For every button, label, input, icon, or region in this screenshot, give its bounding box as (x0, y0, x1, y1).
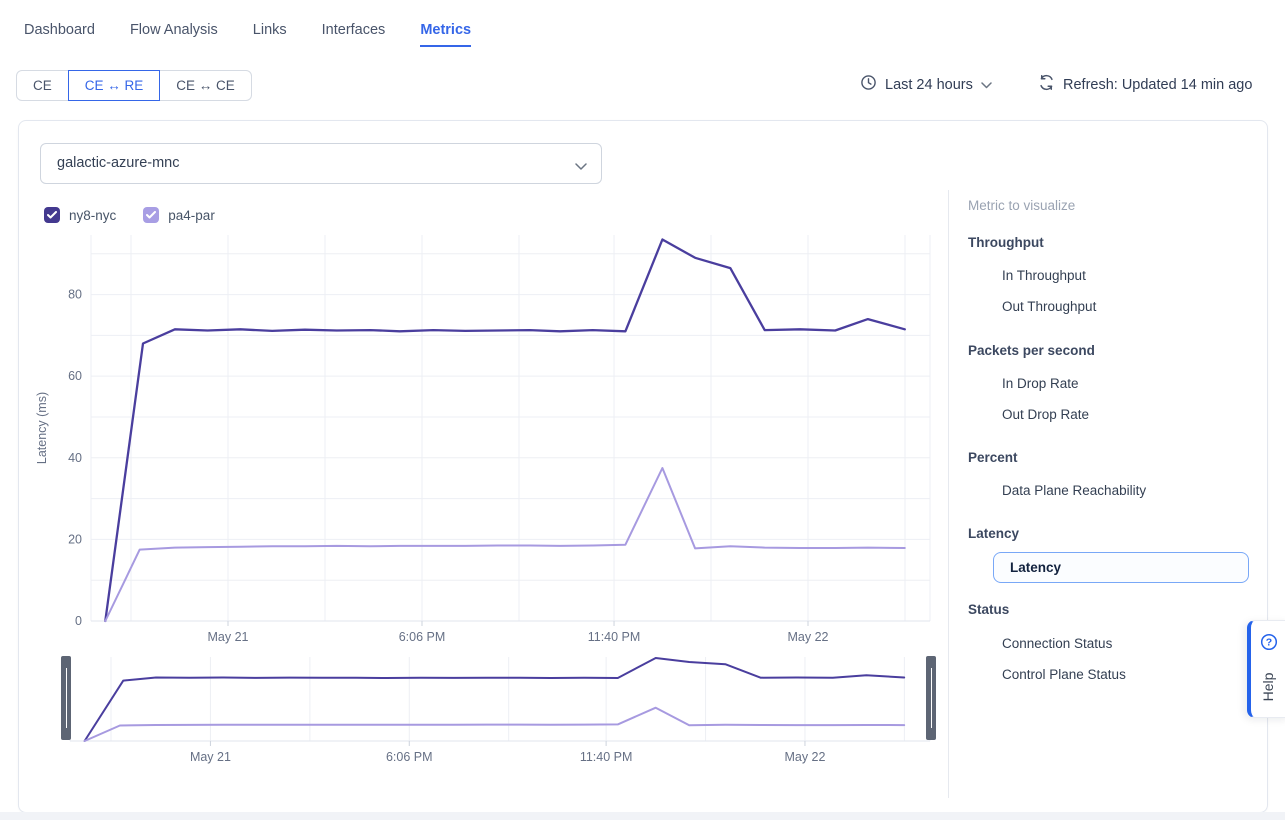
x-tick-label: May 22 (784, 750, 825, 764)
x-tick-label: May 22 (788, 630, 829, 644)
x-tick-label: 11:40 PM (588, 630, 641, 644)
metric-group-percent: Percent (968, 448, 1018, 468)
selected-metric-label: Latency (1010, 553, 1061, 582)
chevron-down-icon (575, 158, 587, 176)
legend-item-pa4-par[interactable]: pa4-par (143, 207, 215, 223)
top-nav: Dashboard Flow Analysis Links Interfaces… (24, 22, 471, 47)
refresh-button[interactable]: Refresh: Updated 14 min ago (1038, 74, 1252, 95)
nav-item-metrics[interactable]: Metrics (420, 22, 471, 47)
help-button[interactable]: ? Help (1247, 620, 1285, 718)
metric-item-out-throughput[interactable]: Out Throughput (1002, 297, 1096, 317)
refresh-icon (1038, 74, 1055, 95)
x-tick-label: May 21 (190, 750, 231, 764)
series-ny8-nyc (85, 658, 905, 741)
refresh-label: Refresh: Updated 14 min ago (1063, 77, 1252, 93)
metric-item-data-plane-reachability[interactable]: Data Plane Reachability (1002, 481, 1146, 501)
x-tick-label: 11:40 PM (580, 750, 633, 764)
metric-group-packets: Packets per second (968, 341, 1095, 361)
x-tick-label: 6:06 PM (399, 630, 446, 644)
y-tick-label: 40 (68, 451, 82, 465)
nav-item-interfaces[interactable]: Interfaces (322, 22, 386, 47)
segment-ce-ce-button[interactable]: CE ↔ CE (159, 70, 252, 101)
latency-overview-chart: May 21 6:06 PM 11:40 PM May 22 (55, 652, 945, 770)
help-label: Help (1258, 667, 1278, 707)
y-axis-label: Latency (ms) (35, 392, 49, 464)
segment-ce-re-button[interactable]: CE ↔ RE (68, 70, 161, 101)
x-tick-label: May 21 (208, 630, 249, 644)
nav-item-flow-analysis[interactable]: Flow Analysis (130, 22, 218, 47)
question-circle-icon: ? (1260, 633, 1278, 656)
series-ny8-nyc (105, 240, 905, 622)
connection-type-segmented-control: CE CE ↔ RE CE ↔ CE (16, 70, 252, 101)
brush-handle-right[interactable] (926, 656, 936, 740)
time-range-dropdown[interactable]: Last 24 hours (860, 74, 992, 95)
series-legend: ny8-nyc pa4-par (44, 207, 215, 223)
metric-item-connection-status[interactable]: Connection Status (1002, 634, 1112, 654)
y-tick-label: 0 (75, 614, 82, 628)
y-tick-label: 20 (68, 532, 82, 546)
chevron-down-icon (981, 77, 992, 93)
nav-item-links[interactable]: Links (253, 22, 287, 47)
legend-label: pa4-par (168, 208, 215, 223)
sidebar-title: Metric to visualize (968, 196, 1075, 216)
series-pa4-par (105, 468, 905, 621)
latency-line-chart: May 21 6:06 PM 11:40 PM May 22 0 20 40 60 80 Late… (30, 225, 945, 653)
metric-item-in-drop-rate[interactable]: In Drop Rate (1002, 374, 1079, 394)
y-tick-label: 80 (68, 288, 82, 302)
x-tick-label: 6:06 PM (386, 750, 433, 764)
brush-handle-left[interactable] (61, 656, 71, 740)
svg-text:?: ? (1266, 637, 1272, 649)
clock-icon (860, 74, 877, 95)
checkbox-checked-icon[interactable] (44, 207, 60, 223)
device-select[interactable]: galactic-azure-mnc (40, 143, 602, 184)
nav-item-dashboard[interactable]: Dashboard (24, 22, 95, 47)
segment-ce-button[interactable]: CE (16, 70, 69, 101)
legend-item-ny8-nyc[interactable]: ny8-nyc (44, 207, 116, 223)
metric-item-out-drop-rate[interactable]: Out Drop Rate (1002, 405, 1089, 425)
sidebar-divider (948, 190, 949, 798)
metric-item-control-plane-status[interactable]: Control Plane Status (1002, 665, 1126, 685)
metric-group-status: Status (968, 600, 1009, 620)
y-tick-label: 60 (68, 369, 82, 383)
time-range-label: Last 24 hours (885, 77, 973, 93)
checkbox-checked-icon[interactable] (143, 207, 159, 223)
metric-group-throughput: Throughput (968, 233, 1044, 253)
metric-item-latency-selected[interactable]: Latency (993, 552, 1249, 583)
metrics-page: Dashboard Flow Analysis Links Interfaces… (0, 0, 1285, 820)
series-pa4-par (85, 708, 905, 741)
legend-label: ny8-nyc (69, 208, 116, 223)
metric-group-latency: Latency (968, 524, 1019, 544)
metric-item-in-throughput[interactable]: In Throughput (1002, 266, 1086, 286)
page-bottom-strip (0, 812, 1285, 820)
device-select-value: galactic-azure-mnc (57, 144, 180, 183)
